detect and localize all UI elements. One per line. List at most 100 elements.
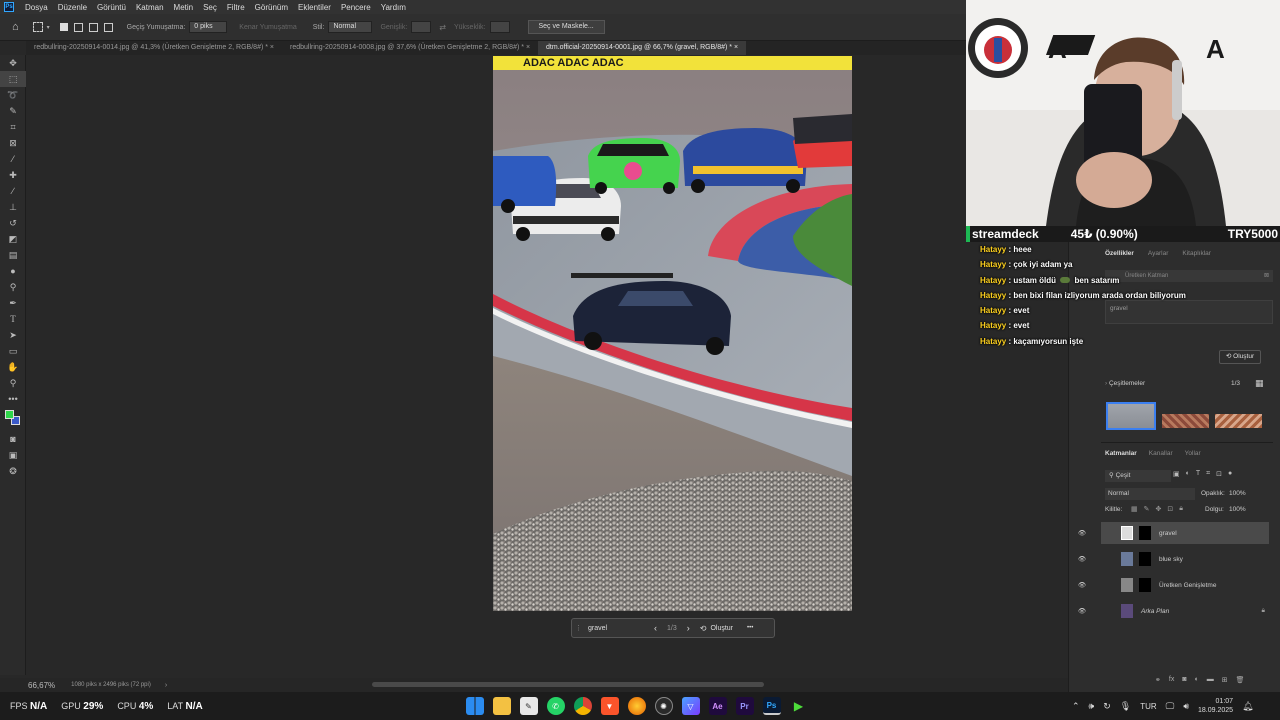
adjustment-layer-icon[interactable]: ◐ (1195, 676, 1199, 684)
variation-thumb-1[interactable] (1106, 402, 1156, 430)
filter-toggle-icon[interactable]: ● (1228, 470, 1232, 478)
tab-layers[interactable]: Katmanlar (1105, 450, 1137, 457)
language-indicator[interactable]: TUR (1140, 702, 1156, 711)
marquee-tool-icon[interactable]: ⬚ (0, 71, 26, 87)
close-icon[interactable]: × (526, 44, 530, 51)
shape-filter-icon[interactable]: ⌗ (1206, 470, 1210, 478)
zoom-tool-icon[interactable]: ⚲ (0, 375, 26, 391)
monitor-icon[interactable]: 🖵︎ (1166, 701, 1175, 712)
home-icon[interactable]: ⌂ (12, 21, 19, 33)
fill-input[interactable]: 100% (1229, 506, 1246, 513)
blur-tool-icon[interactable]: ● (0, 263, 26, 279)
status-chevron-icon[interactable]: › (165, 682, 167, 689)
refresh-icon[interactable]: ↻ (1103, 701, 1111, 712)
move-tool-icon[interactable]: ✥ (0, 55, 26, 71)
menu-image[interactable]: Görüntü (92, 3, 131, 12)
close-icon[interactable]: × (270, 44, 274, 51)
drag-handle-icon[interactable]: ⋮ (575, 624, 582, 632)
link-layers-icon[interactable]: ⚭ (1155, 676, 1161, 684)
volume-icon[interactable]: 🔊︎ (1183, 701, 1189, 712)
lasso-tool-icon[interactable]: ➰ (0, 87, 26, 103)
menu-view[interactable]: Görünüm (250, 3, 293, 12)
generate-button[interactable]: Oluştur (710, 625, 733, 632)
folder-icon[interactable] (492, 697, 511, 715)
firefox-icon[interactable] (627, 697, 646, 715)
lock-position-icon[interactable]: ✥ (1156, 505, 1162, 513)
layer-row-background[interactable]: 👁︎ Arka Plan 🔒︎ (1078, 600, 1269, 622)
swap-icon[interactable]: ⇄ (439, 23, 446, 32)
hand-tool-icon[interactable]: ✋ (0, 359, 26, 375)
dodge-tool-icon[interactable]: ⚲ (0, 279, 26, 295)
chrome-icon[interactable] (573, 697, 592, 715)
add-selection-icon[interactable] (73, 22, 83, 32)
eye-icon[interactable]: 👁︎ (1073, 607, 1091, 615)
photoshop-icon[interactable]: Ps (762, 697, 781, 715)
marquee-tool-icon[interactable] (32, 22, 43, 32)
generative-icon[interactable]: ❂ (0, 463, 26, 479)
trash-icon[interactable]: 🗑︎ (1236, 676, 1245, 684)
horizontal-scrollbar[interactable] (372, 682, 764, 687)
tab-document-2[interactable]: redbullring-20250914-0008.jpg @ 37,6% (Ü… (282, 41, 538, 55)
speaker-icon[interactable]: 🕪︎ (1089, 701, 1095, 712)
blend-mode-select[interactable]: Normal (1105, 488, 1195, 500)
history-brush-tool-icon[interactable]: ↺ (0, 215, 26, 231)
whatsapp-icon[interactable]: ✆ (546, 697, 565, 715)
healing-brush-tool-icon[interactable]: ✚ (0, 167, 26, 183)
smart-object-filter-icon[interactable]: ⊡ (1216, 470, 1222, 478)
chevron-down-icon[interactable]: ▾ (47, 24, 50, 31)
quick-mask-icon[interactable]: ◙ (0, 431, 26, 447)
add-mask-icon[interactable]: ◙ (1182, 676, 1186, 684)
eye-icon[interactable]: 👁︎ (1073, 555, 1091, 563)
close-icon[interactable]: ⊠ (1264, 270, 1269, 282)
type-filter-icon[interactable]: T (1196, 470, 1200, 478)
document-canvas-image[interactable]: ADAC ADAC ADAC (493, 56, 852, 611)
new-selection-icon[interactable] (59, 23, 68, 31)
prompt-input[interactable]: gravel (588, 625, 650, 632)
path-select-tool-icon[interactable]: ➤ (0, 327, 26, 343)
chevron-left-icon[interactable]: ‹ (654, 623, 657, 633)
notepad-icon[interactable]: ✎ (519, 697, 538, 715)
lock-transparent-icon[interactable]: ▦ (1131, 505, 1138, 513)
intersect-selection-icon[interactable] (103, 22, 113, 32)
eye-icon[interactable]: 👁︎ (1073, 581, 1091, 589)
tab-channels[interactable]: Kanallar (1149, 450, 1173, 457)
microphone-icon[interactable]: 🎙︎ (1120, 701, 1131, 712)
chevron-right-icon[interactable]: › (687, 623, 690, 633)
menu-plugins[interactable]: Eklentiler (293, 3, 336, 12)
type-tool-icon[interactable]: T (0, 311, 26, 327)
layer-filter-select[interactable]: ⚲ Çeşit (1105, 470, 1171, 482)
layer-row-generative-expand[interactable]: 👁︎ Üretken Genişletme (1078, 574, 1269, 596)
group-icon[interactable]: ▬ (1207, 676, 1214, 684)
menu-select[interactable]: Seç (198, 3, 222, 12)
more-tools-icon[interactable]: ••• (0, 391, 26, 407)
width-input[interactable] (411, 21, 432, 33)
media-icon[interactable]: ▶ (790, 697, 808, 715)
layer-row-gravel[interactable]: 👁︎ gravel (1078, 522, 1269, 544)
pen-tool-icon[interactable]: ✒ (0, 295, 26, 311)
fx-icon[interactable]: fx (1169, 676, 1174, 684)
lock-pixels-icon[interactable]: ✎ (1144, 505, 1150, 513)
menu-filter[interactable]: Filtre (222, 3, 250, 12)
menu-type[interactable]: Metin (169, 3, 199, 12)
menu-layer[interactable]: Katman (131, 3, 169, 12)
eraser-tool-icon[interactable]: ◩ (0, 231, 26, 247)
windows-icon[interactable] (465, 697, 484, 715)
zoom-level[interactable]: 66,67% (28, 681, 55, 690)
opacity-input[interactable]: 100% (1229, 490, 1246, 497)
chevron-down-icon[interactable]: › (1105, 380, 1107, 387)
clone-stamp-tool-icon[interactable]: ⊥ (0, 199, 26, 215)
crop-tool-icon[interactable]: ⌗ (0, 119, 26, 135)
height-input[interactable] (489, 21, 510, 33)
variation-thumb-3[interactable] (1215, 414, 1262, 428)
subtract-selection-icon[interactable] (88, 22, 98, 32)
vpn-icon[interactable]: ▽ (681, 697, 700, 715)
adjustment-filter-icon[interactable]: ◐ (1186, 470, 1190, 478)
after-effects-icon[interactable]: Ae (708, 697, 727, 715)
menu-window[interactable]: Pencere (336, 3, 376, 12)
rectangle-tool-icon[interactable]: ▭ (0, 343, 26, 359)
chatgpt-icon[interactable]: ✺ (654, 697, 673, 715)
variation-thumb-2[interactable] (1162, 414, 1209, 428)
lock-artboard-icon[interactable]: ⊡ (1167, 505, 1173, 513)
quick-select-tool-icon[interactable]: ✎ (0, 103, 26, 119)
foreground-color-swatch[interactable] (5, 410, 14, 419)
